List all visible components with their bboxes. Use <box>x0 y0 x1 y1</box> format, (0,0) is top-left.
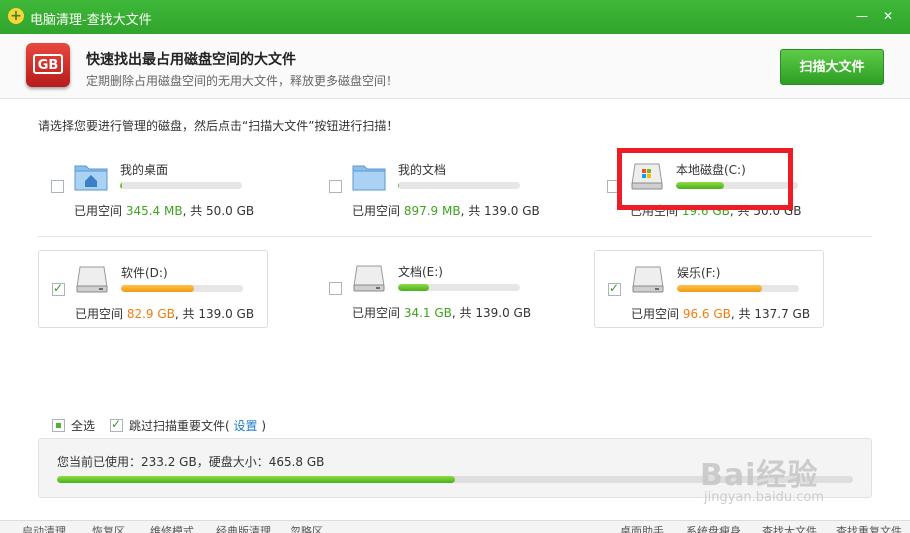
select-all-option[interactable]: 全选 <box>52 417 95 434</box>
drive-checkbox[interactable] <box>329 282 342 295</box>
hard-disk-icon <box>353 265 385 292</box>
instruction-text: 请选择您要进行管理的磁盘，然后点击“扫描大文件”按钮进行扫描！ <box>38 119 399 133</box>
skip-important-option[interactable]: 跳过扫描重要文件( 设置 ) <box>110 417 266 434</box>
drive-usage-fill <box>121 285 195 292</box>
drive-name: 我的文档 <box>398 163 447 177</box>
drive-card[interactable]: 文档(E:) 已用空间 34.1 GB, 共 139.0 GB <box>316 250 546 328</box>
skip-important-label: 跳过扫描重要文件( <box>129 419 230 433</box>
drive-usage-bar <box>398 182 520 189</box>
drive-usage-bar <box>677 285 799 292</box>
drive-usage-fill <box>120 182 123 189</box>
drive-usage-bar <box>398 284 520 291</box>
app-logo-icon: + <box>8 8 24 24</box>
drive-card[interactable]: 软件(D:) 已用空间 82.9 GB, 共 139.0 GB <box>38 250 268 328</box>
drive-usage-fill <box>677 285 763 292</box>
drive-card[interactable]: 我的文档 已用空间 897.9 MB, 共 139.0 GB <box>316 148 546 226</box>
drive-name: 文档(E:) <box>398 265 443 279</box>
header-subtitle: 定期删除占用磁盘空间的无用大文件，释放更多磁盘空间！ <box>86 74 399 88</box>
hard-disk-icon <box>632 266 664 293</box>
desktop-folder-icon <box>74 165 108 191</box>
drive-usage-text: 已用空间 345.4 MB, 共 50.0 GB <box>74 204 255 218</box>
drive-usage-fill <box>398 182 400 189</box>
drive-usage-bar <box>120 182 242 189</box>
header: GB 快速找出最占用磁盘空间的大文件 定期删除占用磁盘空间的无用大文件，释放更多… <box>0 34 910 99</box>
skip-important-checkbox[interactable] <box>110 417 123 432</box>
drive-usage-text: 已用空间 34.1 GB, 共 139.0 GB <box>352 306 532 320</box>
drive-usage-text: 已用空间 82.9 GB, 共 139.0 GB <box>75 307 255 321</box>
large-file-gb-icon: GB <box>26 43 70 87</box>
disk-summary-text: 您当前已使用：233.2 GB，硬盘大小：465.8 GB <box>57 455 325 469</box>
select-all-label: 全选 <box>71 419 96 433</box>
drive-usage-text: 已用空间 897.9 MB, 共 139.0 GB <box>352 204 540 218</box>
footer-bar: 启动清理 恢复区 维修模式 经典版清理 忽略区 桌面助手 系统盘瘦身 查找大文件… <box>0 520 910 533</box>
hard-disk-icon <box>76 266 108 293</box>
scan-large-files-button[interactable]: 扫描大文件 <box>780 49 884 85</box>
settings-link[interactable]: 设置 <box>234 419 258 433</box>
drive-usage-text: 已用空间 96.6 GB, 共 137.7 GB <box>631 307 811 321</box>
window-title: 电脑清理-查找大文件 <box>30 13 152 28</box>
drive-card[interactable]: 娱乐(F:) 已用空间 96.6 GB, 共 137.7 GB <box>594 250 824 328</box>
drive-usage-bar <box>121 285 243 292</box>
drive-name: 软件(D:) <box>121 266 168 280</box>
highlight-annotation <box>617 148 793 210</box>
drive-usage-fill <box>398 284 429 291</box>
drive-name: 我的桌面 <box>120 163 169 177</box>
baidu-watermark: Bai经验 jingyan.baidu.com <box>700 458 824 505</box>
close-button[interactable]: ✕ <box>878 6 898 26</box>
disk-summary-fill <box>57 476 455 483</box>
documents-folder-icon <box>352 165 386 191</box>
drive-card[interactable]: 我的桌面 已用空间 345.4 MB, 共 50.0 GB <box>38 148 268 226</box>
drive-checkbox[interactable] <box>329 180 342 193</box>
select-all-checkbox[interactable] <box>52 419 65 432</box>
title-bar: + 电脑清理-查找大文件 — ✕ <box>0 0 910 34</box>
header-title: 快速找出最占用磁盘空间的大文件 <box>86 52 296 68</box>
drive-checkbox[interactable] <box>51 180 64 193</box>
divider <box>38 236 872 237</box>
minimize-button[interactable]: — <box>852 6 872 26</box>
drive-name: 娱乐(F:) <box>677 266 721 280</box>
drive-checkbox[interactable] <box>608 281 621 296</box>
drive-checkbox[interactable] <box>52 281 65 296</box>
